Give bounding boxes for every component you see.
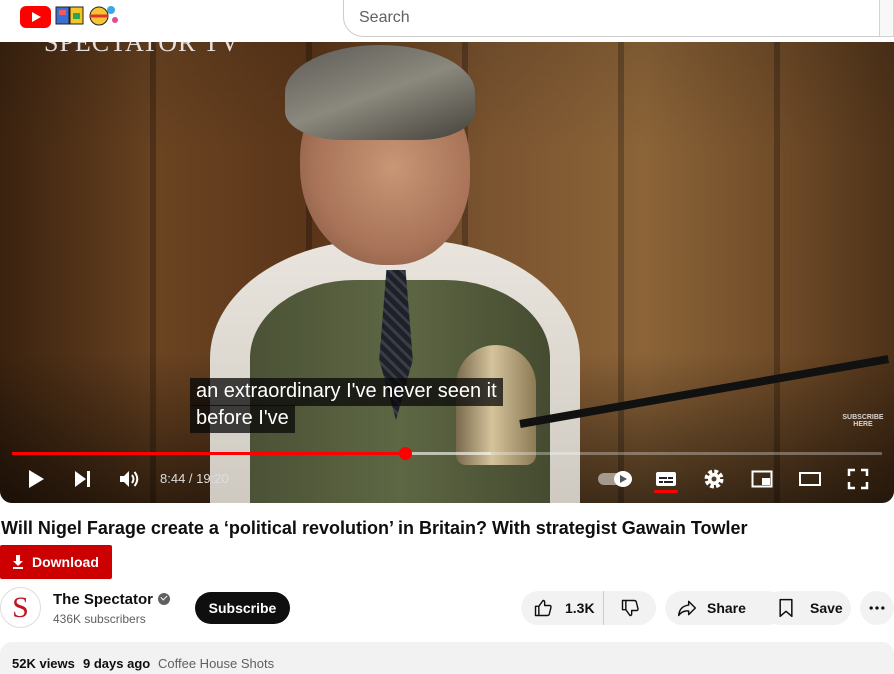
video-title: Will Nigel Farage create a ‘political re… [1, 518, 748, 538]
like-dislike-group: 1.3K [521, 591, 656, 625]
play-icon [29, 470, 44, 488]
like-button[interactable]: 1.3K [521, 591, 604, 625]
description-tag[interactable]: Coffee House Shots [158, 656, 274, 671]
download-label: Download [32, 554, 99, 570]
time-display: 8:44 / 19:20 [160, 471, 229, 486]
share-label: Share [707, 600, 746, 616]
dislike-button[interactable] [604, 591, 656, 625]
search-box[interactable] [343, 0, 880, 37]
settings-button[interactable] [698, 463, 730, 495]
thumbs-down-icon [621, 599, 639, 617]
channel-name[interactable]: The Spectator [53, 591, 153, 608]
miniplayer-button[interactable] [746, 463, 778, 495]
more-actions-button[interactable] [860, 591, 894, 625]
caption-line-1: an extraordinary I've never seen it [190, 378, 503, 406]
duration: 19:20 [196, 471, 229, 486]
next-button[interactable] [66, 463, 98, 495]
video-frame-hair [285, 45, 475, 140]
doodle-icon[interactable] [55, 4, 121, 28]
time-separator: / [185, 471, 197, 486]
subscribe-overlay-text[interactable]: SUBSCRIBE HERE [838, 414, 888, 428]
subtitles-active-indicator [654, 490, 678, 493]
progress-played [12, 452, 406, 455]
bookmark-icon [779, 598, 793, 618]
search-button[interactable] [879, 0, 894, 37]
mute-button[interactable] [113, 463, 145, 495]
download-button[interactable]: Download [0, 545, 112, 579]
subscriber-count: 436K subscribers [53, 612, 146, 626]
miniplayer-icon [751, 470, 773, 488]
like-count: 1.3K [565, 600, 595, 616]
search-input[interactable] [359, 6, 859, 30]
youtube-watch-page: SPECTATOR TV SUBSCRIBE HERE an extraordi… [0, 0, 894, 674]
autoplay-knob [614, 471, 632, 487]
current-time: 8:44 [160, 471, 186, 486]
upload-date: 9 days ago [83, 656, 151, 671]
fullscreen-icon [847, 468, 869, 490]
volume-icon [120, 471, 139, 487]
caption-line-2: before I've [190, 405, 295, 433]
channel-avatar[interactable]: S [0, 587, 41, 628]
play-button[interactable] [19, 463, 51, 495]
gear-icon [704, 469, 724, 489]
autoplay-toggle[interactable] [598, 471, 632, 487]
view-count: 52K views [12, 656, 75, 671]
save-button[interactable]: Save [764, 591, 851, 625]
youtube-logo-icon[interactable] [20, 6, 51, 28]
more-horizontal-icon [869, 606, 885, 610]
thumbs-up-icon [534, 599, 552, 617]
theater-mode-icon [799, 472, 821, 486]
masthead [0, 0, 894, 42]
verified-badge-icon [158, 593, 170, 605]
fullscreen-button[interactable] [842, 463, 874, 495]
theater-mode-button[interactable] [794, 463, 826, 495]
progress-bar[interactable] [12, 447, 882, 460]
save-label: Save [810, 600, 843, 616]
subtitles-icon [656, 472, 676, 486]
share-icon [677, 600, 697, 617]
captions: an extraordinary I've never seen it befo… [190, 378, 503, 433]
download-icon [13, 555, 23, 569]
skip-next-icon [75, 471, 90, 487]
subscribe-button[interactable]: Subscribe [195, 592, 290, 624]
video-player[interactable]: SPECTATOR TV SUBSCRIBE HERE an extraordi… [0, 0, 894, 503]
